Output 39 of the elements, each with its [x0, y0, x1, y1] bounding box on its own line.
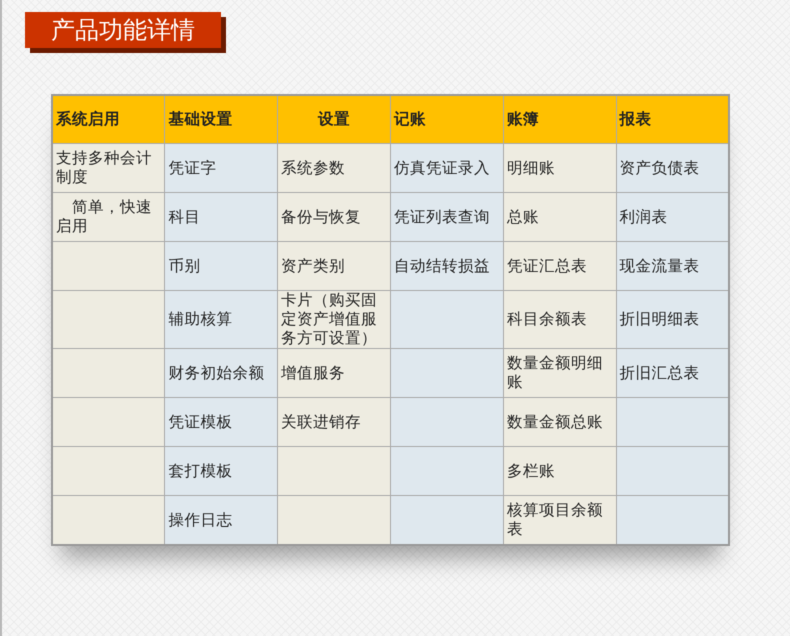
table-cell: 资产类别	[278, 242, 390, 290]
table-cell: 总账	[503, 192, 616, 242]
table-cell: 财务初始余额	[164, 348, 278, 398]
table-cell: 凭证汇总表	[503, 242, 616, 290]
table-cell: 系统参数	[278, 144, 390, 192]
table-cell: 支持多种会计制度	[52, 144, 165, 192]
table-cell: 明细账	[503, 144, 616, 192]
table-cell: 数量金额总账	[503, 398, 616, 446]
table-cell: 核算项目余额表	[503, 496, 616, 545]
table-cell: 利润表	[616, 192, 729, 242]
column-header: 报表	[616, 95, 729, 144]
column-header: 系统启用	[52, 95, 165, 144]
table-cell: 多栏账	[503, 446, 616, 496]
table-cell: 折旧明细表	[616, 290, 729, 348]
table-cell: 科目	[164, 192, 278, 242]
table-cell: 辅助核算	[164, 290, 278, 348]
table-cell: 仿真凭证录入	[390, 144, 504, 192]
table-cell: 简单，快速启用	[52, 192, 165, 242]
table-cell: 凭证列表查询	[390, 192, 504, 242]
table-cell: 备份与恢复	[278, 192, 390, 242]
table-cell: 关联进销存	[278, 398, 390, 446]
table-cell: 币别	[164, 242, 278, 290]
table-cell: 凭证模板	[164, 398, 278, 446]
table-cell: 折旧汇总表	[616, 348, 729, 398]
column-header: 设置	[278, 95, 390, 144]
table-cell: 操作日志	[164, 496, 278, 545]
table-cell: 科目余额表	[503, 290, 616, 348]
page-title: 产品功能详情	[25, 12, 221, 48]
table-cell: 数量金额明细账	[503, 348, 616, 398]
table-cell: 现金流量表	[616, 242, 729, 290]
column-header: 记账	[390, 95, 504, 144]
table-cell: 增值服务	[278, 348, 390, 398]
table-cell: 资产负债表	[616, 144, 729, 192]
table-cell: 套打模板	[164, 446, 278, 496]
table-cell: 凭证字	[164, 144, 278, 192]
column-header: 基础设置	[164, 95, 278, 144]
column-header: 账簿	[503, 95, 616, 144]
table-cell: 自动结转损益	[390, 242, 504, 290]
table-cell: 卡片（购买固定资产增值服务方可设置）	[278, 290, 390, 348]
